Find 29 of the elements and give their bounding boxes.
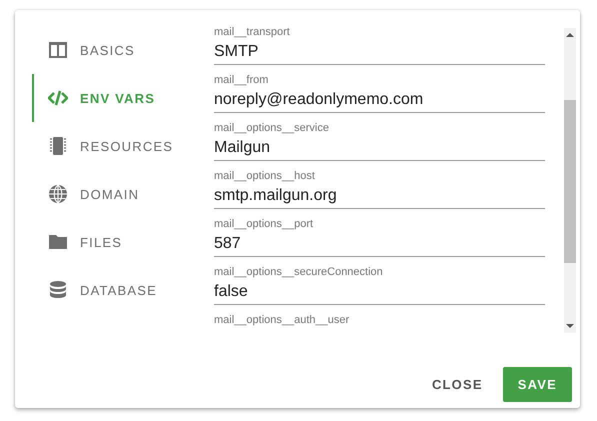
scrollbar-thumb[interactable] [564,100,576,263]
sidebar-tab[interactable]: DOMAIN [32,170,199,218]
folder-icon [48,232,68,252]
sidebar-tab[interactable]: FILES [32,218,199,266]
input-field[interactable]: false [214,280,545,305]
chip-icon [48,136,68,156]
input-field[interactable]: Mailgun [214,136,545,161]
columns-icon [48,40,68,60]
close-button[interactable]: CLOSE [420,367,495,402]
globe-icon [48,184,68,204]
field-label: mail__options__port [214,217,314,232]
code-icon [48,88,68,108]
field-label: mail__options__service [214,121,330,136]
sidebar-tab[interactable]: BASICS [32,26,199,74]
field-label: mail__options__auth__user [214,313,350,328]
input-field[interactable]: SMTP [214,40,545,65]
field-label: mail__from [214,73,270,88]
sidebar-tab[interactable]: DATABASE [32,266,199,314]
scroll-down-icon[interactable] [566,323,574,329]
input-field[interactable]: noreply@readonlymemo.com [214,88,545,113]
input-field[interactable]: 587 [214,232,545,257]
input-field[interactable]: smtp.mailgun.org [214,184,545,209]
scrollbar[interactable] [564,28,576,333]
field-label: mail__transport [214,25,291,40]
field-label: mail__options__secureConnection [214,265,384,280]
scroll-up-icon[interactable] [566,32,574,38]
field-label: mail__options__host [214,169,316,184]
sidebar-tab[interactable]: RESOURCES [32,122,199,170]
database-icon [48,280,68,300]
